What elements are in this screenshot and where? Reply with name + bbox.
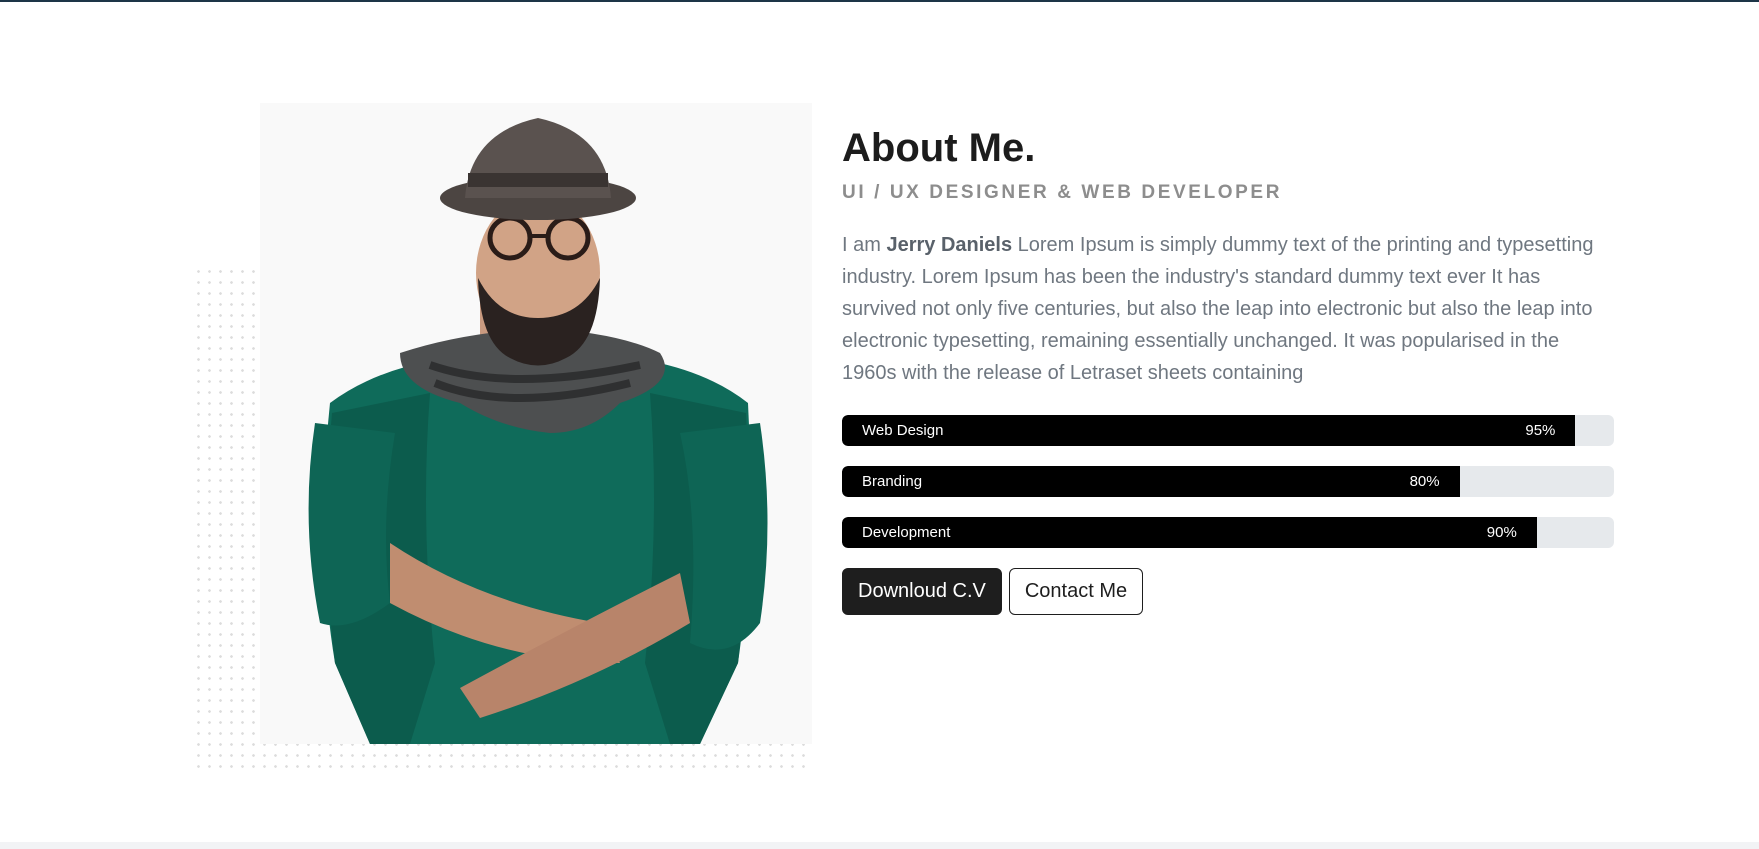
skill-name: Web Design <box>862 422 944 439</box>
intro-body: Lorem Ipsum is simply dummy text of the … <box>842 234 1594 384</box>
portrait-illustration <box>308 118 768 744</box>
about-description: I am Jerry Daniels Lorem Ipsum is simply… <box>842 229 1614 389</box>
skill-name: Development <box>862 524 951 541</box>
skill-bar-development: Development 90% <box>842 517 1614 548</box>
skill-percent: 95% <box>1525 422 1556 439</box>
contact-me-button[interactable]: Contact Me <box>1008 568 1144 615</box>
download-cv-button[interactable]: Downloud C.V <box>842 568 1002 615</box>
skill-fill <box>842 466 1460 497</box>
skill-percent: 90% <box>1486 524 1517 541</box>
header-bottom-edge <box>0 0 1759 2</box>
skill-fill <box>842 415 1576 446</box>
profile-photo <box>260 103 812 744</box>
skill-percent: 80% <box>1409 473 1440 490</box>
skills-list: Web Design 95% Branding 80% Development … <box>842 415 1614 548</box>
intro-prefix: I am <box>842 234 887 256</box>
about-subtitle: UI / UX DESIGNER & WEB DEVELOPER <box>842 182 1283 203</box>
skill-name: Branding <box>862 473 923 490</box>
next-section-edge <box>0 842 1759 849</box>
about-section: About Me. UI / UX DESIGNER & WEB DEVELOP… <box>842 120 1614 615</box>
person-name: Jerry Daniels <box>886 234 1013 256</box>
skill-bar-branding: Branding 80% <box>842 466 1614 497</box>
skill-bar-web-design: Web Design 95% <box>842 415 1614 446</box>
action-buttons: Downloud C.V Contact Me <box>842 568 1614 615</box>
about-title: About Me. <box>842 126 1036 170</box>
